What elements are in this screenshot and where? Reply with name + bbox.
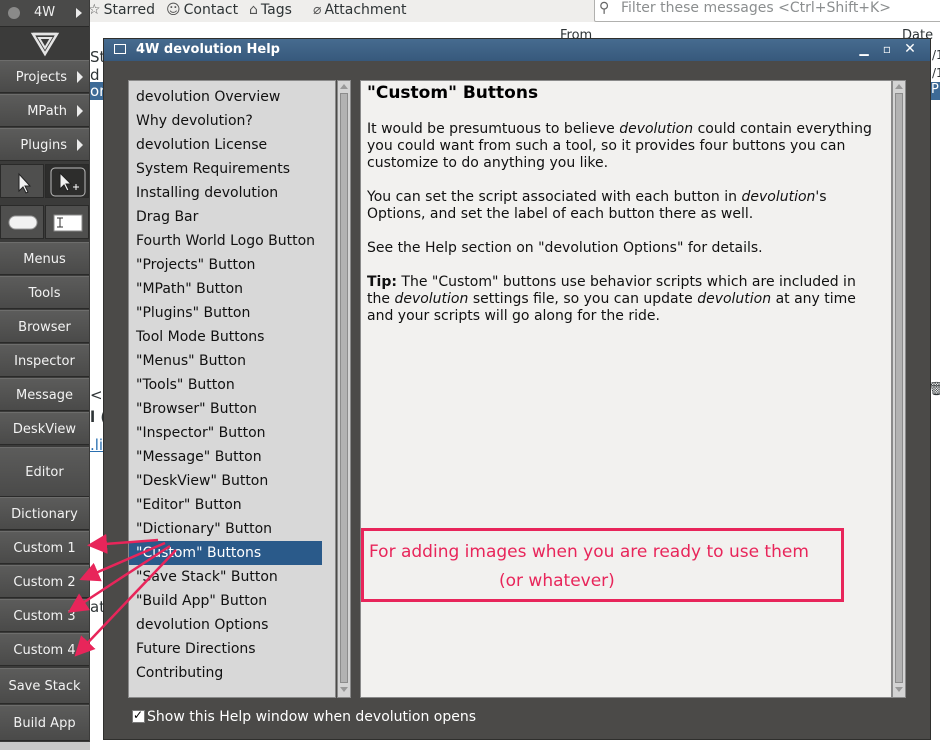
arrow-to-custom-4: [74, 549, 177, 657]
arrow-to-custom-1: [87, 533, 159, 554]
annotation-arrows: [67, 533, 177, 657]
